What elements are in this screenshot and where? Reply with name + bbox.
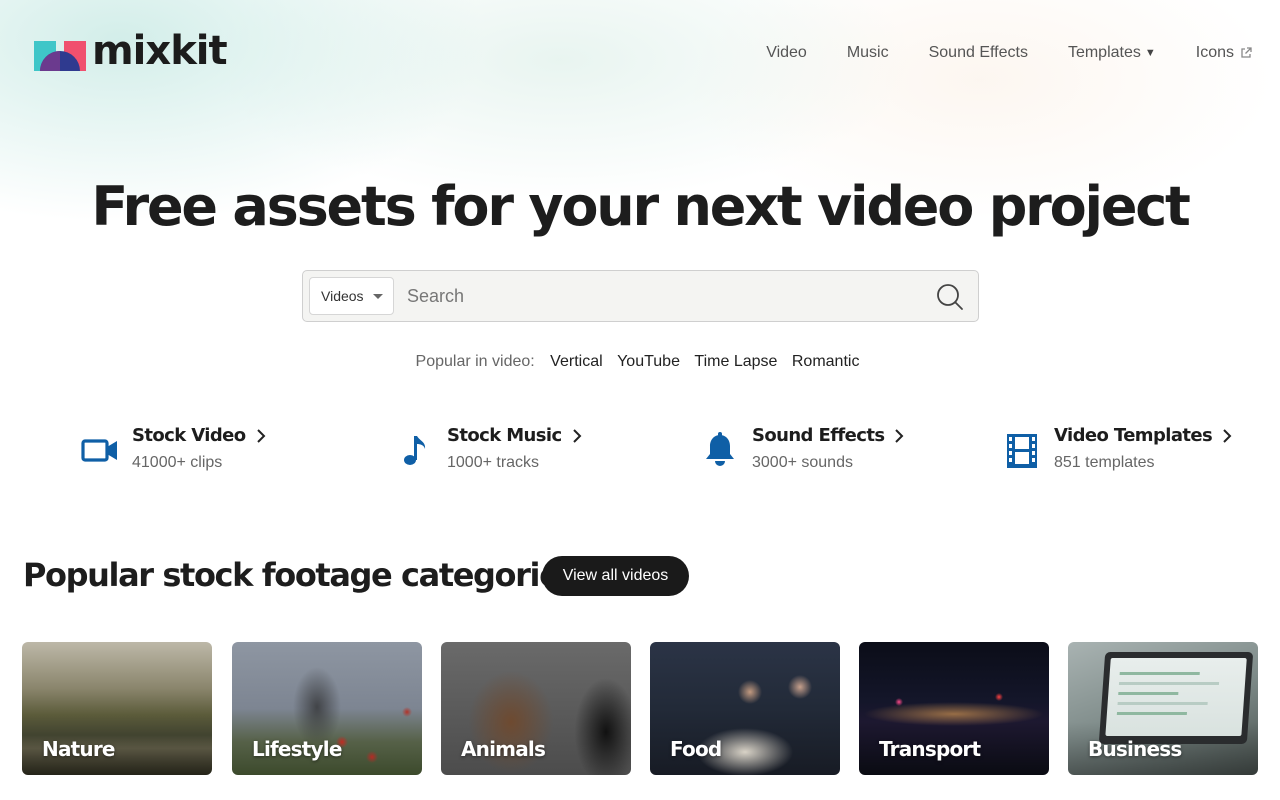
popular-tag-romantic[interactable]: Romantic: [792, 353, 860, 370]
search-bar: Videos: [302, 270, 979, 322]
popular-label: Popular in video:: [415, 353, 535, 370]
category-label-transport: Transport: [879, 737, 981, 761]
mixkit-logo-icon: [34, 41, 86, 71]
category-label-animals: Animals: [461, 737, 546, 761]
popular-tag-vertical[interactable]: Vertical: [550, 353, 602, 370]
view-all-videos-button[interactable]: View all videos: [542, 556, 689, 596]
category-card-nature[interactable]: Nature: [22, 642, 212, 775]
nav-sound-effects-label: Sound Effects: [928, 44, 1028, 61]
category-card-animals[interactable]: Animals: [441, 642, 631, 775]
stat-video-templates-sub: 851 templates: [1054, 454, 1155, 471]
popular-tag-youtube[interactable]: YouTube: [617, 353, 680, 370]
stat-stock-music-sub: 1000+ tracks: [447, 454, 540, 471]
stat-stock-video-title-text: Stock Video: [132, 425, 246, 446]
category-label-business: Business: [1088, 737, 1182, 761]
chevron-right-icon: [572, 429, 581, 443]
stat-stock-music-title: Stock Music: [447, 424, 582, 448]
nav-video-label: Video: [766, 44, 807, 61]
video-camera-icon: [81, 439, 117, 462]
nav-video[interactable]: Video: [766, 42, 807, 64]
bell-icon: [706, 432, 734, 466]
popular-tag-time-lapse[interactable]: Time Lapse: [694, 353, 777, 370]
stat-stock-video-sub: 41000+ clips: [132, 454, 223, 471]
category-label-food: Food: [670, 737, 722, 761]
search-type-value: Videos: [321, 288, 364, 304]
categories-title: Popular stock footage categories: [23, 556, 578, 594]
chevron-right-icon: [256, 429, 265, 443]
search-input[interactable]: [407, 279, 907, 313]
stat-sound-effects[interactable]: Sound Effects 3000+ sounds: [700, 424, 904, 473]
stat-stock-music[interactable]: Stock Music 1000+ tracks: [395, 424, 582, 473]
category-card-business[interactable]: Business: [1068, 642, 1258, 775]
site-header: mixkit Video Music Sound Effects Templat…: [0, 0, 1280, 100]
chevron-right-icon: [895, 429, 904, 443]
search-type-select[interactable]: Videos: [309, 277, 394, 315]
nav-icons-label: Icons: [1195, 44, 1234, 61]
brand-logo[interactable]: mixkit: [34, 28, 228, 74]
hero-title: Free assets for your next video project: [91, 175, 1191, 238]
nav-templates[interactable]: Templates ▼: [1068, 42, 1156, 64]
stat-stock-video-title: Stock Video: [132, 424, 266, 448]
film-strip-icon: [1007, 434, 1037, 468]
stat-video-templates[interactable]: Video Templates 851 templates: [1002, 424, 1232, 473]
nav-icons[interactable]: Icons: [1196, 42, 1252, 64]
laptop-image: [1098, 652, 1254, 744]
category-label-nature: Nature: [42, 737, 115, 761]
nav-sound-effects[interactable]: Sound Effects: [929, 42, 1028, 64]
stat-video-templates-title: Video Templates: [1054, 424, 1232, 448]
music-note-icon: [404, 436, 426, 465]
caret-down-icon: ▼: [1144, 47, 1156, 59]
chevron-right-icon: [1223, 429, 1232, 443]
category-card-transport[interactable]: Transport: [859, 642, 1049, 775]
stat-sound-effects-title-text: Sound Effects: [752, 425, 885, 446]
stat-stock-video[interactable]: Stock Video 41000+ clips: [80, 424, 266, 473]
search-icon[interactable]: [936, 283, 964, 311]
brand-name: mixkit: [92, 28, 228, 74]
nav-music[interactable]: Music: [847, 42, 889, 64]
stat-stock-music-title-text: Stock Music: [447, 425, 562, 446]
stat-sound-effects-sub: 3000+ sounds: [752, 454, 853, 471]
category-label-lifestyle: Lifestyle: [252, 737, 342, 761]
popular-searches: Popular in video: Vertical YouTube Time …: [0, 351, 1280, 373]
external-link-icon: [1241, 47, 1252, 58]
nav-music-label: Music: [846, 44, 889, 61]
category-card-food[interactable]: Food: [650, 642, 840, 775]
nav-templates-label: Templates: [1067, 44, 1141, 61]
stat-sound-effects-title: Sound Effects: [752, 424, 904, 448]
stat-video-templates-title-text: Video Templates: [1054, 425, 1213, 446]
category-card-lifestyle[interactable]: Lifestyle: [232, 642, 422, 775]
main-nav: Video Music Sound Effects Templates ▼ Ic…: [726, 42, 1252, 64]
dropdown-arrow-icon: [373, 294, 383, 299]
